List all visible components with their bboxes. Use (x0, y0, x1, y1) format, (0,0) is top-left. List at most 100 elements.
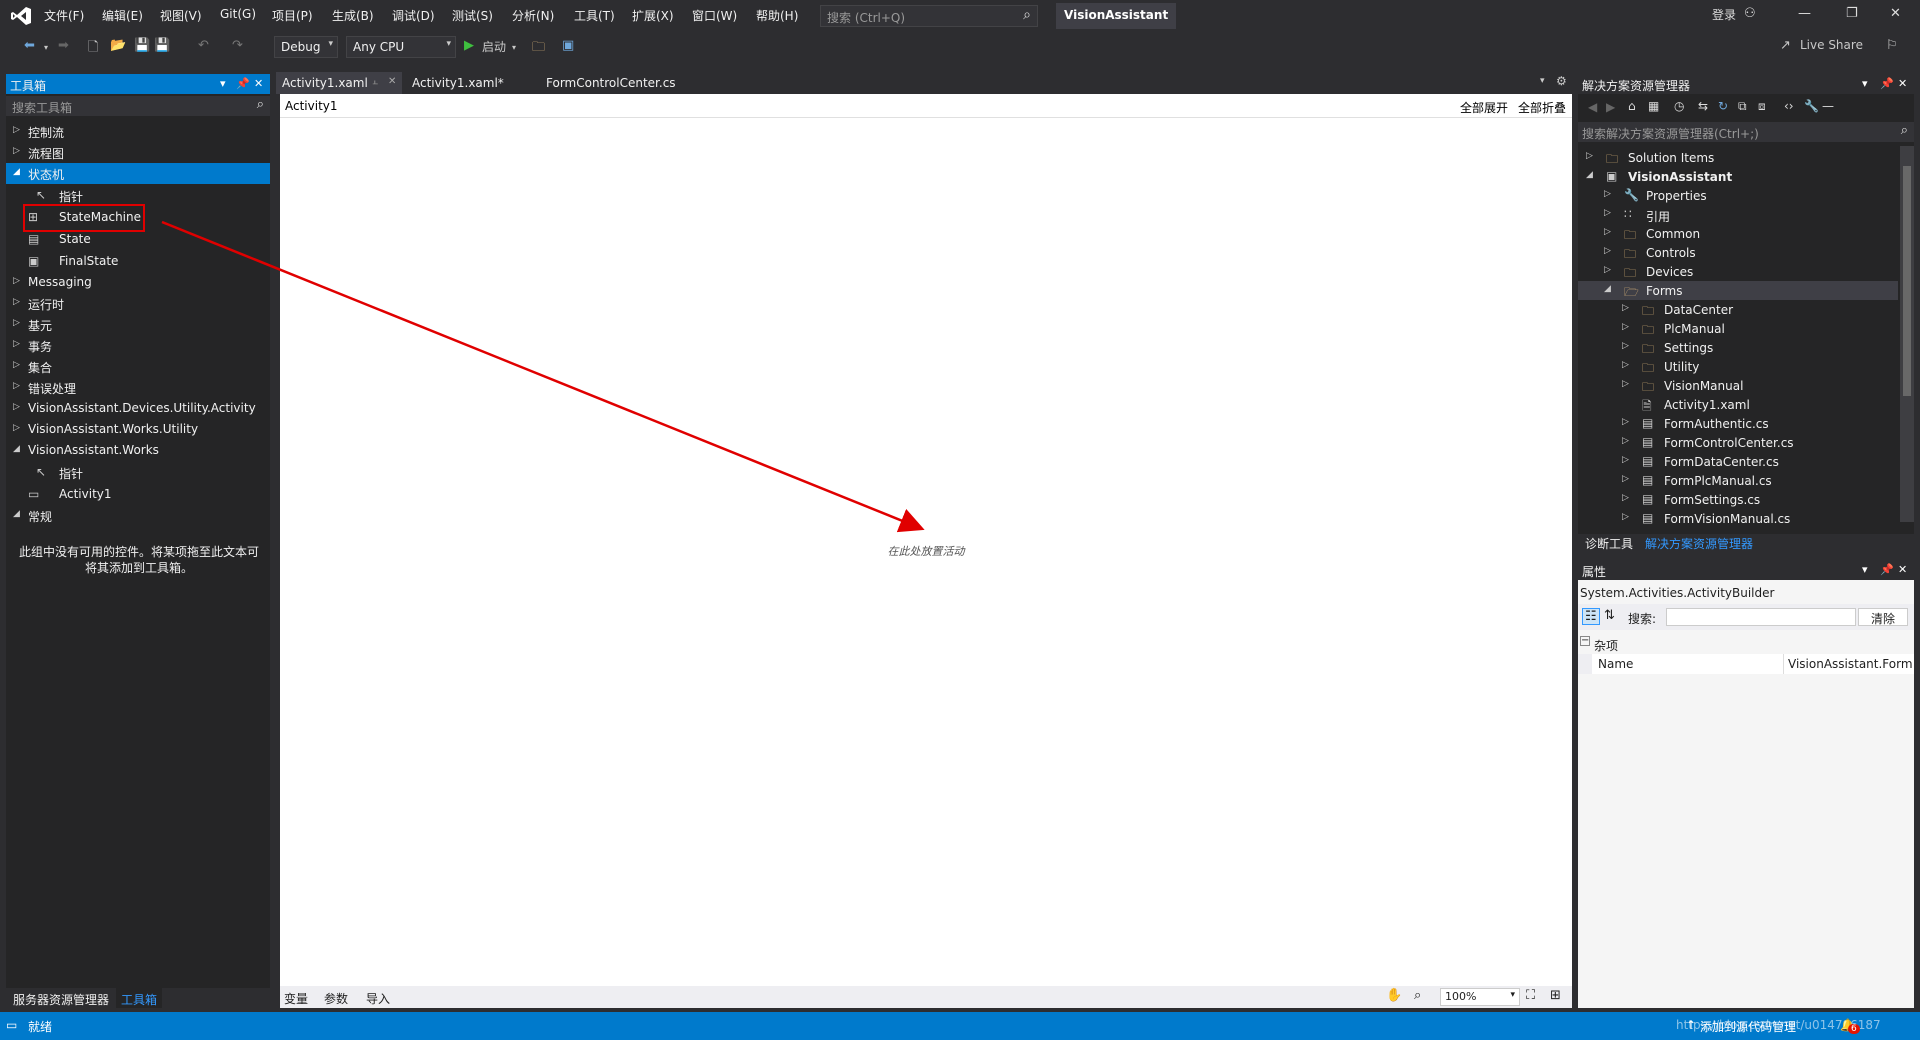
tree-item-form-vision-manual[interactable]: ▷ ▤ FormVisionManual.cs (1578, 509, 1898, 528)
back-icon[interactable]: ◀ (1588, 100, 1597, 114)
tree-item-activity1-xaml[interactable]: 🗎 Activity1.xaml (1578, 395, 1898, 414)
platform-select[interactable]: Any CPU ▾ (346, 36, 456, 58)
categorized-icon[interactable]: ☷ (1582, 608, 1600, 625)
expand-arrow-icon[interactable]: ▷ (1622, 455, 1629, 465)
collapse-arrow-icon[interactable]: ◢ (1604, 284, 1611, 294)
tree-item-plcmanual[interactable]: ▷ 🗀 PlcManual (1578, 319, 1898, 338)
menu-analyze[interactable]: 分析(N) (512, 7, 554, 24)
tree-item-common[interactable]: ▷ 🗀 Common (1578, 224, 1898, 243)
open-file-icon[interactable]: 📂 (110, 38, 126, 53)
tab-diagnostic-tools[interactable]: 诊断工具 (1580, 532, 1638, 552)
show-all-files-icon[interactable]: ⧈ (1758, 99, 1766, 114)
search-icon[interactable]: ⌕ (257, 97, 264, 112)
solution-explorer-scrollbar[interactable] (1900, 146, 1914, 522)
tree-item-form-data-center[interactable]: ▷ ▤ FormDataCenter.cs (1578, 452, 1898, 471)
collapse-arrow-icon[interactable]: ◢ (13, 509, 20, 519)
pin-icon[interactable]: ⫠ (372, 76, 378, 87)
drop-activity-hint[interactable]: 在此处放置活动 (280, 543, 1572, 559)
pin-icon[interactable]: 📌 (236, 77, 250, 90)
menu-build[interactable]: 生成(B) (332, 7, 374, 24)
close-icon[interactable]: ✕ (1898, 77, 1907, 90)
alphabetical-sort-icon[interactable]: ⇅ (1604, 608, 1615, 623)
tree-item-properties[interactable]: ▷ 🔧 Properties (1578, 186, 1898, 205)
visual-studio-logo-icon[interactable] (10, 6, 32, 26)
tab-form-control-center[interactable]: FormControlCenter.cs (540, 72, 682, 94)
properties-wrench-icon[interactable]: 🔧 (1804, 99, 1819, 113)
tree-item-form-plc-manual[interactable]: ▷ ▤ FormPlcManual.cs (1578, 471, 1898, 490)
fit-to-screen-icon[interactable]: ⛶ (1526, 988, 1535, 1003)
toolbox-group-devices-utility-activity[interactable]: ▷ VisionAssistant.Devices.Utility.Activi… (6, 398, 270, 419)
tree-item-project[interactable]: ◢ ▣ VisionAssistant (1578, 167, 1898, 186)
collapse-all-button[interactable]: 全部折叠 (1518, 99, 1566, 116)
expand-arrow-icon[interactable]: ▷ (1586, 151, 1593, 161)
tree-item-datacenter[interactable]: ▷ 🗀 DataCenter (1578, 300, 1898, 319)
toolbox-group-error-handling[interactable]: ▷ 错误处理 (6, 377, 270, 398)
expand-arrow-icon[interactable]: ▷ (1604, 265, 1611, 275)
tree-item-forms[interactable]: ◢ 🗁 Forms (1578, 281, 1898, 300)
expand-arrow-icon[interactable]: ▷ (1604, 227, 1611, 237)
collapse-arrow-icon[interactable]: ◢ (13, 167, 20, 177)
menu-git[interactable]: Git(G) (220, 7, 256, 21)
toolbox-group-works-utility[interactable]: ▷ VisionAssistant.Works.Utility (6, 419, 270, 440)
restore-icon[interactable]: ❐ (1846, 6, 1858, 21)
toolbox-group-messaging[interactable]: ▷ Messaging (6, 272, 270, 293)
menu-extensions[interactable]: 扩展(X) (632, 7, 674, 24)
settings-gear-icon[interactable]: ⚙ (1556, 74, 1567, 88)
tab-toolbox[interactable]: 工具箱 (116, 988, 163, 1008)
property-category-misc[interactable]: − 杂项 (1578, 634, 1914, 654)
menu-help[interactable]: 帮助(H) (756, 7, 798, 24)
start-button[interactable]: 启动 (482, 38, 506, 55)
tree-item-form-control-center[interactable]: ▷ ▤ FormControlCenter.cs (1578, 433, 1898, 452)
properties-clear-button[interactable]: 清除 (1858, 608, 1908, 626)
expand-arrow-icon[interactable]: ▷ (1622, 493, 1629, 503)
properties-search-input[interactable] (1666, 608, 1856, 626)
back-icon[interactable]: ⬅ (24, 38, 35, 53)
tree-item-references[interactable]: ▷ ∷ 引用 (1578, 205, 1898, 224)
toolbox-header[interactable]: 工具箱 ▾ 📌 ✕ (6, 74, 270, 94)
tree-item-utility[interactable]: ▷ 🗀 Utility (1578, 357, 1898, 376)
configuration-select[interactable]: Debug ▾ (274, 36, 338, 58)
menu-project[interactable]: 项目(P) (272, 7, 313, 24)
property-row-name[interactable]: Name VisionAssistant.Forms (1578, 654, 1914, 674)
forward-icon[interactable]: ▶ (1606, 100, 1615, 114)
tree-item-solution-items[interactable]: ▷ 🗀 Solution Items (1578, 148, 1898, 167)
expand-arrow-icon[interactable]: ▷ (13, 146, 20, 156)
forward-icon[interactable]: ➡ (58, 38, 69, 53)
expand-arrow-icon[interactable]: ▷ (13, 318, 20, 328)
search-icon[interactable]: ⌕ (1901, 123, 1908, 138)
pin-icon[interactable]: 📌 (1880, 563, 1894, 576)
expand-arrow-icon[interactable]: ▷ (13, 276, 20, 286)
feedback-icon[interactable]: ⚐ (1886, 38, 1898, 53)
pan-hand-icon[interactable]: ✋ (1386, 988, 1402, 1003)
chevron-down-icon[interactable]: ▾ (1862, 77, 1868, 90)
tab-activity1-xaml[interactable]: Activity1.xaml ⫠ ✕ (276, 72, 402, 94)
chevron-down-icon[interactable]: ▾ (1862, 563, 1868, 576)
preview-icon[interactable]: — (1822, 99, 1834, 113)
arguments-tab[interactable]: 参数 (324, 990, 348, 1007)
overview-map-icon[interactable]: ⊞ (1550, 988, 1561, 1003)
home-icon[interactable]: ⌂ (1628, 99, 1636, 113)
expand-arrow-icon[interactable]: ▷ (1604, 246, 1611, 256)
toolbox-group-state-machine[interactable]: ◢ 状态机 (6, 163, 270, 184)
toolbox-group-transactions[interactable]: ▷ 事务 (6, 335, 270, 356)
screenshot-icon[interactable]: ▣ (562, 38, 574, 53)
close-icon[interactable]: ✕ (388, 76, 396, 87)
expand-arrow-icon[interactable]: ▷ (1622, 436, 1629, 446)
quick-search-input[interactable]: 搜索 (Ctrl+Q) ⌕ (820, 5, 1038, 27)
expand-arrow-icon[interactable]: ▷ (13, 125, 20, 135)
tab-list-dropdown-icon[interactable]: ▾ (1540, 76, 1545, 86)
refresh-icon[interactable]: ↻ (1718, 99, 1728, 113)
collapse-box-icon[interactable]: − (1580, 636, 1590, 646)
expand-arrow-icon[interactable]: ▷ (1622, 341, 1629, 351)
expand-arrow-icon[interactable]: ▷ (1622, 322, 1629, 332)
save-icon[interactable]: 💾 (134, 38, 150, 53)
expand-arrow-icon[interactable]: ▷ (13, 423, 20, 433)
properties-header[interactable]: 属性 ▾ 📌 ✕ (1578, 560, 1914, 580)
pending-changes-icon[interactable]: ◷ (1674, 99, 1684, 113)
expand-arrow-icon[interactable]: ▷ (1604, 208, 1611, 218)
menu-view[interactable]: 视图(V) (160, 7, 202, 24)
tree-item-settings[interactable]: ▷ 🗀 Settings (1578, 338, 1898, 357)
collapse-arrow-icon[interactable]: ◢ (13, 444, 20, 454)
toolbox-search-input[interactable]: 搜索工具箱 ⌕ (6, 96, 270, 116)
new-project-icon[interactable]: 🗋 (88, 38, 98, 60)
